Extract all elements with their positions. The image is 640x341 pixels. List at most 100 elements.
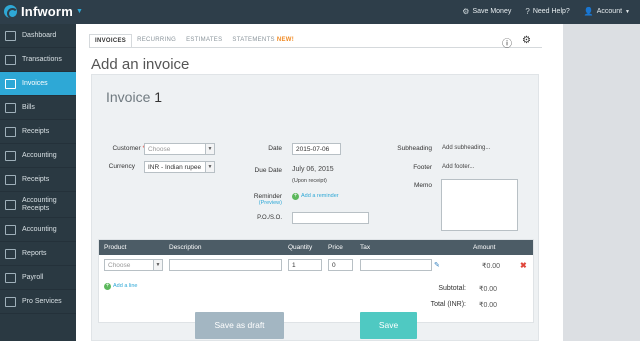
- pencil-icon[interactable]: ✎: [434, 261, 440, 269]
- customer-select[interactable]: Choose ▼: [144, 143, 215, 155]
- pro-services-icon: [5, 296, 16, 307]
- sidebar-item-label: Accounting: [22, 151, 57, 159]
- user-icon: 👤: [583, 7, 594, 16]
- sidebar-item-dashboard[interactable]: Dashboard: [0, 24, 76, 48]
- accounting-icon: [5, 224, 16, 235]
- chevron-down-icon: ▼: [205, 144, 214, 154]
- col-tax: Tax: [360, 244, 371, 251]
- currency-select[interactable]: INR - Indian rupee ▼: [144, 161, 215, 173]
- dashboard-icon: [5, 30, 16, 41]
- tab-statements[interactable]: STATEMENTS NEW!: [227, 34, 299, 48]
- total-label: Total (INR):: [430, 301, 466, 308]
- invoice-form: Invoice 1 Customer * Choose ▼ Currency IN…: [91, 74, 539, 341]
- chevron-down-icon[interactable]: ▼: [76, 8, 83, 15]
- invoice-title: Invoice 1: [106, 89, 162, 105]
- delete-row-icon[interactable]: ✖: [520, 261, 527, 270]
- tab-invoices[interactable]: INVOICES: [89, 34, 133, 48]
- tab-estimates[interactable]: ESTIMATES: [181, 34, 227, 48]
- sidebar: Dashboard Transactions Invoices Bills Re…: [0, 24, 76, 341]
- subheading-input[interactable]: Add subheading...: [442, 145, 490, 151]
- sidebar-item-label: Invoices: [22, 79, 48, 87]
- tab-divider: [89, 47, 542, 48]
- help-label: Need Help?: [532, 8, 570, 15]
- due-date-value[interactable]: July 06, 2015: [292, 166, 334, 173]
- subtotal-label: Subtotal:: [438, 285, 466, 292]
- date-input[interactable]: 2015-07-06: [292, 143, 341, 155]
- accounting-icon: [5, 150, 16, 161]
- reminder-preview-link[interactable]: (Preview): [242, 200, 282, 206]
- memo-label: Memo: [413, 182, 432, 189]
- customer-placeholder: Choose: [148, 146, 171, 153]
- help-icon: ?: [525, 7, 530, 16]
- sidebar-item-transactions[interactable]: Transactions: [0, 48, 76, 72]
- sidebar-item-pro-services[interactable]: Pro Services: [0, 290, 76, 314]
- add-line-link[interactable]: + Add a line: [104, 283, 137, 290]
- receipts-icon: [5, 126, 16, 137]
- chevron-down-icon: ▼: [625, 8, 630, 15]
- add-line-label: Add a line: [113, 283, 138, 289]
- sidebar-item-reports[interactable]: Reports: [0, 242, 76, 266]
- currency-value: INR - Indian rupee: [148, 164, 202, 171]
- app-logo[interactable]: Infworm ▼: [4, 4, 83, 19]
- memo-textarea[interactable]: [441, 179, 518, 231]
- account-menu[interactable]: 👤 Account ▼: [584, 7, 630, 16]
- right-panel: [563, 24, 640, 341]
- sidebar-item-label: Bills: [22, 103, 35, 111]
- table-header: Product Description Quantity Price Tax A…: [99, 240, 533, 255]
- reminder-label: Reminder: [253, 193, 282, 200]
- sidebar-item-label: Reports: [22, 249, 47, 257]
- po-so-input[interactable]: [292, 212, 369, 224]
- sidebar-item-payroll[interactable]: Payroll: [0, 266, 76, 290]
- sidebar-item-invoices[interactable]: Invoices: [0, 72, 76, 96]
- due-date-note: (Upon receipt): [292, 178, 327, 184]
- footer-input[interactable]: Add footer...: [442, 164, 474, 170]
- sidebar-item-bills[interactable]: Bills: [0, 96, 76, 120]
- sidebar-item-accounting[interactable]: Accounting: [0, 144, 76, 168]
- price-input[interactable]: 0: [328, 259, 353, 271]
- footer-label: Footer: [413, 164, 432, 171]
- plus-icon: +: [292, 193, 299, 200]
- sidebar-item-label: Receipts: [22, 127, 50, 135]
- tab-recurring[interactable]: RECURRING: [132, 34, 181, 48]
- sidebar-item-accounting-receipts[interactable]: Accounting Receipts: [0, 192, 76, 218]
- line-items-table: Product Description Quantity Price Tax A…: [98, 239, 534, 323]
- invoices-icon: [5, 78, 16, 89]
- payroll-icon: [5, 272, 16, 283]
- save-money-link[interactable]: ⚙ Save Money: [462, 7, 511, 16]
- add-reminder-link[interactable]: + Add a reminder: [292, 193, 339, 200]
- col-description: Description: [169, 244, 202, 251]
- top-bar: Infworm ▼ ⚙ Save Money ? Need Help? 👤 Accou…: [0, 0, 640, 24]
- help-circle-icon[interactable]: ⓘ: [502, 35, 512, 50]
- customer-label-text: Customer: [112, 145, 141, 152]
- save-as-draft-button[interactable]: Save as draft: [195, 312, 284, 339]
- table-row: Choose ▼ 1 0 ✎ ₹0.00 ✖: [99, 259, 533, 275]
- add-reminder-label: Add a reminder: [301, 193, 339, 199]
- col-product: Product: [104, 244, 127, 251]
- currency-label: Currency: [108, 163, 135, 170]
- sidebar-item-label: Transactions: [22, 55, 62, 63]
- gear-icon: ⚙: [462, 7, 470, 16]
- chevron-down-icon: ▼: [153, 260, 162, 270]
- sidebar-item-accounting-2[interactable]: Accounting: [0, 218, 76, 242]
- sidebar-item-label: Receipts: [22, 175, 50, 183]
- quantity-input[interactable]: 1: [288, 259, 322, 271]
- product-select[interactable]: Choose ▼: [104, 259, 163, 271]
- logo-icon: [4, 5, 18, 19]
- description-input[interactable]: [169, 259, 282, 271]
- col-price: Price: [328, 244, 343, 251]
- bills-icon: [5, 102, 16, 113]
- save-button[interactable]: Save: [360, 312, 417, 339]
- total-value: ₹0.00: [479, 302, 498, 309]
- tax-input[interactable]: [360, 259, 432, 271]
- help-link[interactable]: ? Need Help?: [525, 7, 569, 16]
- sidebar-item-receipts[interactable]: Receipts: [0, 120, 76, 144]
- sidebar-item-receipts-2[interactable]: Receipts: [0, 168, 76, 192]
- sidebar-item-label-line2: Receipts: [22, 204, 50, 212]
- col-amount: Amount: [473, 244, 496, 251]
- account-label: Account: [596, 8, 623, 15]
- gear-icon[interactable]: ⚙: [522, 35, 531, 50]
- new-badge: NEW!: [276, 37, 295, 43]
- accounting-icon: [5, 199, 16, 210]
- due-date-label: Due Date: [254, 167, 282, 174]
- tab-statements-label: STATEMENTS: [232, 37, 275, 43]
